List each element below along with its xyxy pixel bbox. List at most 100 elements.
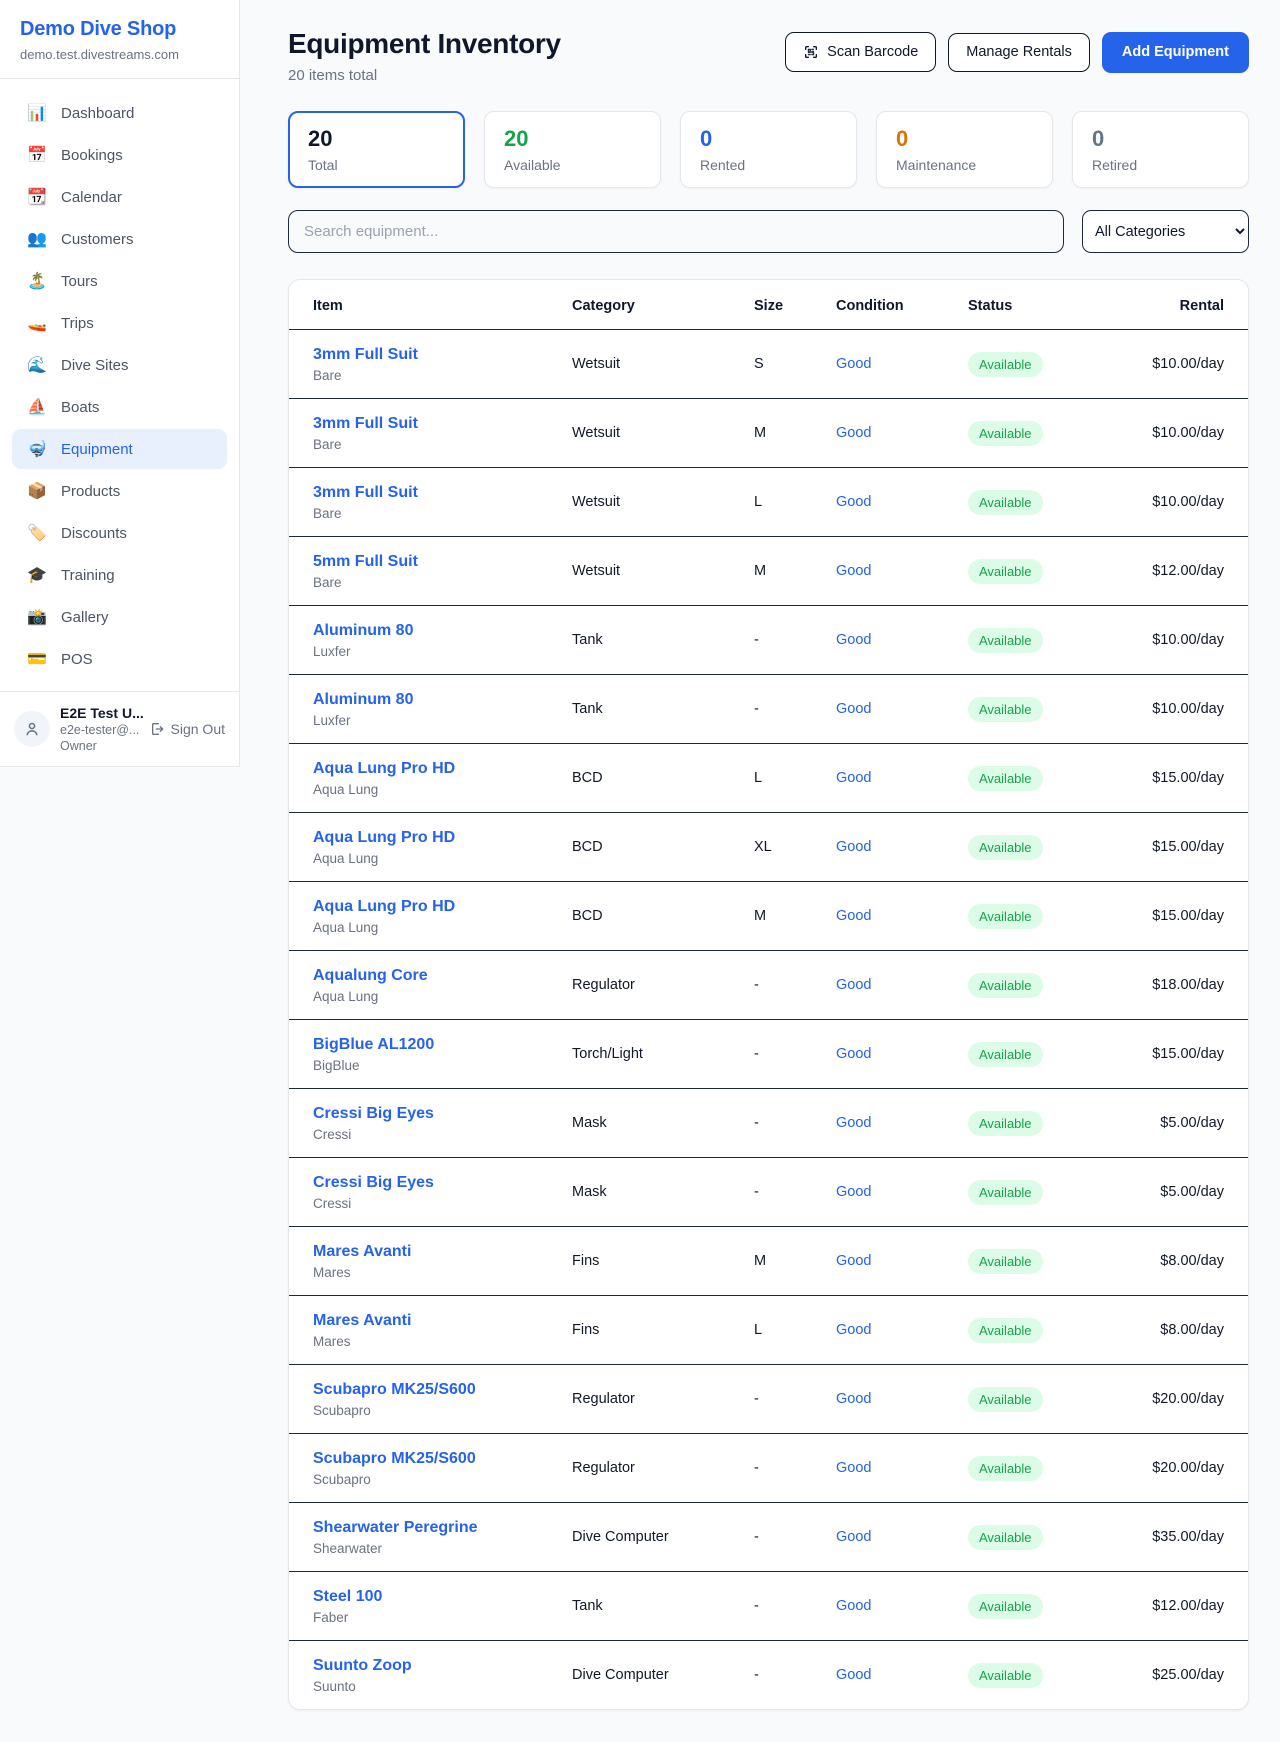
item-name-link[interactable]: Aqua Lung Pro HD <box>313 898 572 916</box>
table-row[interactable]: Scubapro MK25/S600ScubaproRegulator-Good… <box>289 1364 1248 1433</box>
size-cell: M <box>754 1253 836 1269</box>
stat-label: Rented <box>700 157 837 173</box>
item-name-link[interactable]: 3mm Full Suit <box>313 484 572 502</box>
condition-link[interactable]: Good <box>836 1115 871 1131</box>
condition-link[interactable]: Good <box>836 1667 871 1683</box>
sidebar-item-bookings[interactable]: 📅Bookings <box>12 135 227 175</box>
stat-card-rented[interactable]: 0Rented <box>680 111 857 188</box>
sidebar-item-products[interactable]: 📦Products <box>12 471 227 511</box>
table-row[interactable]: Steel 100FaberTank-GoodAvailable$12.00/d… <box>289 1571 1248 1640</box>
item-name-link[interactable]: Aqua Lung Pro HD <box>313 829 572 847</box>
sidebar-item-pos[interactable]: 💳POS <box>12 639 227 679</box>
table-row[interactable]: Aqua Lung Pro HDAqua LungBCDMGoodAvailab… <box>289 881 1248 950</box>
item-name-link[interactable]: Scubapro MK25/S600 <box>313 1450 572 1468</box>
add-equipment-button[interactable]: Add Equipment <box>1102 32 1249 73</box>
table-row[interactable]: 3mm Full SuitBareWetsuitLGoodAvailable$1… <box>289 467 1248 536</box>
condition-link[interactable]: Good <box>836 839 871 855</box>
table-row[interactable]: Cressi Big EyesCressiMask-GoodAvailable$… <box>289 1157 1248 1226</box>
sidebar-item-dashboard[interactable]: 📊Dashboard <box>12 93 227 133</box>
table-row[interactable]: Aqua Lung Pro HDAqua LungBCDXLGoodAvaila… <box>289 812 1248 881</box>
category-select[interactable]: All Categories <box>1082 210 1249 253</box>
scan-barcode-button[interactable]: Scan Barcode <box>785 32 936 72</box>
condition-link[interactable]: Good <box>836 1322 871 1338</box>
sign-out-button[interactable]: Sign Out <box>149 721 225 737</box>
condition-link[interactable]: Good <box>836 977 871 993</box>
item-name-link[interactable]: Cressi Big Eyes <box>313 1174 572 1192</box>
condition-cell: Good <box>836 769 968 787</box>
table-row[interactable]: Aqualung CoreAqua LungRegulator-GoodAvai… <box>289 950 1248 1019</box>
sidebar-item-customers[interactable]: 👥Customers <box>12 219 227 259</box>
item-name-link[interactable]: Steel 100 <box>313 1588 572 1606</box>
manage-rentals-button[interactable]: Manage Rentals <box>948 33 1090 72</box>
item-name-link[interactable]: Aluminum 80 <box>313 691 572 709</box>
stat-card-available[interactable]: 20Available <box>484 111 661 188</box>
item-name-link[interactable]: Aqua Lung Pro HD <box>313 760 572 778</box>
condition-link[interactable]: Good <box>836 356 871 372</box>
condition-link[interactable]: Good <box>836 494 871 510</box>
item-cell: 3mm Full SuitBare <box>313 346 572 383</box>
sidebar-item-gallery[interactable]: 📸Gallery <box>12 597 227 637</box>
item-name-link[interactable]: Aluminum 80 <box>313 622 572 640</box>
sidebar-item-tours[interactable]: 🏝️Tours <box>12 261 227 301</box>
item-brand: Mares <box>313 1265 572 1280</box>
table-row[interactable]: Mares AvantiMaresFinsLGoodAvailable$8.00… <box>289 1295 1248 1364</box>
condition-link[interactable]: Good <box>836 1253 871 1269</box>
manage-rentals-label: Manage Rentals <box>966 45 1072 60</box>
condition-link[interactable]: Good <box>836 770 871 786</box>
condition-link[interactable]: Good <box>836 1529 871 1545</box>
item-name-link[interactable]: Scubapro MK25/S600 <box>313 1381 572 1399</box>
column-header-size: Size <box>754 295 836 317</box>
table-row[interactable]: 3mm Full SuitBareWetsuitSGoodAvailable$1… <box>289 329 1248 398</box>
condition-link[interactable]: Good <box>836 1460 871 1476</box>
stat-card-total[interactable]: 20Total <box>288 111 465 188</box>
condition-link[interactable]: Good <box>836 1598 871 1614</box>
condition-link[interactable]: Good <box>836 1391 871 1407</box>
item-name-link[interactable]: Aqualung Core <box>313 967 572 985</box>
sidebar-item-equipment[interactable]: 🤿Equipment <box>12 429 227 469</box>
table-row[interactable]: Scubapro MK25/S600ScubaproRegulator-Good… <box>289 1433 1248 1502</box>
size-cell: - <box>754 1529 836 1545</box>
status-badge: Available <box>968 1525 1043 1550</box>
item-name-link[interactable]: Cressi Big Eyes <box>313 1105 572 1123</box>
condition-link[interactable]: Good <box>836 908 871 924</box>
condition-link[interactable]: Good <box>836 425 871 441</box>
condition-link[interactable]: Good <box>836 1184 871 1200</box>
search-input[interactable] <box>288 210 1064 253</box>
item-name-link[interactable]: Shearwater Peregrine <box>313 1519 572 1537</box>
item-name-link[interactable]: BigBlue AL1200 <box>313 1036 572 1054</box>
item-brand: Bare <box>313 437 572 452</box>
stat-card-retired[interactable]: 0Retired <box>1072 111 1249 188</box>
sidebar-item-boats[interactable]: ⛵Boats <box>12 387 227 427</box>
shop-name: Demo Dive Shop <box>20 18 219 41</box>
table-row[interactable]: Suunto ZoopSuuntoDive Computer-GoodAvail… <box>289 1640 1248 1709</box>
barcode-scan-icon <box>803 44 819 60</box>
sidebar-item-dive-sites[interactable]: 🌊Dive Sites <box>12 345 227 385</box>
sidebar-item-calendar[interactable]: 📆Calendar <box>12 177 227 217</box>
equipment-table: ItemCategorySizeConditionStatusRental 3m… <box>288 279 1249 1710</box>
condition-link[interactable]: Good <box>836 1046 871 1062</box>
stat-card-maintenance[interactable]: 0Maintenance <box>876 111 1053 188</box>
table-row[interactable]: BigBlue AL1200BigBlueTorch/Light-GoodAva… <box>289 1019 1248 1088</box>
sidebar-item-trips[interactable]: 🚤Trips <box>12 303 227 343</box>
table-row[interactable]: Aqua Lung Pro HDAqua LungBCDLGoodAvailab… <box>289 743 1248 812</box>
condition-link[interactable]: Good <box>836 632 871 648</box>
table-row[interactable]: 3mm Full SuitBareWetsuitMGoodAvailable$1… <box>289 398 1248 467</box>
table-row[interactable]: Aluminum 80LuxferTank-GoodAvailable$10.0… <box>289 605 1248 674</box>
condition-link[interactable]: Good <box>836 563 871 579</box>
sidebar-item-discounts[interactable]: 🏷️Discounts <box>12 513 227 553</box>
item-name-link[interactable]: Mares Avanti <box>313 1312 572 1330</box>
item-name-link[interactable]: 3mm Full Suit <box>313 346 572 364</box>
table-row[interactable]: Cressi Big EyesCressiMask-GoodAvailable$… <box>289 1088 1248 1157</box>
table-row[interactable]: 5mm Full SuitBareWetsuitMGoodAvailable$1… <box>289 536 1248 605</box>
sidebar-item-training[interactable]: 🎓Training <box>12 555 227 595</box>
table-row[interactable]: Shearwater PeregrineShearwaterDive Compu… <box>289 1502 1248 1571</box>
item-name-link[interactable]: 5mm Full Suit <box>313 553 572 571</box>
table-row[interactable]: Mares AvantiMaresFinsMGoodAvailable$8.00… <box>289 1226 1248 1295</box>
status-cell: Available <box>968 1180 1120 1205</box>
item-name-link[interactable]: 3mm Full Suit <box>313 415 572 433</box>
item-name-link[interactable]: Mares Avanti <box>313 1243 572 1261</box>
table-row[interactable]: Aluminum 80LuxferTank-GoodAvailable$10.0… <box>289 674 1248 743</box>
item-name-link[interactable]: Suunto Zoop <box>313 1657 572 1675</box>
condition-link[interactable]: Good <box>836 701 871 717</box>
column-header-rental: Rental <box>1120 295 1224 317</box>
